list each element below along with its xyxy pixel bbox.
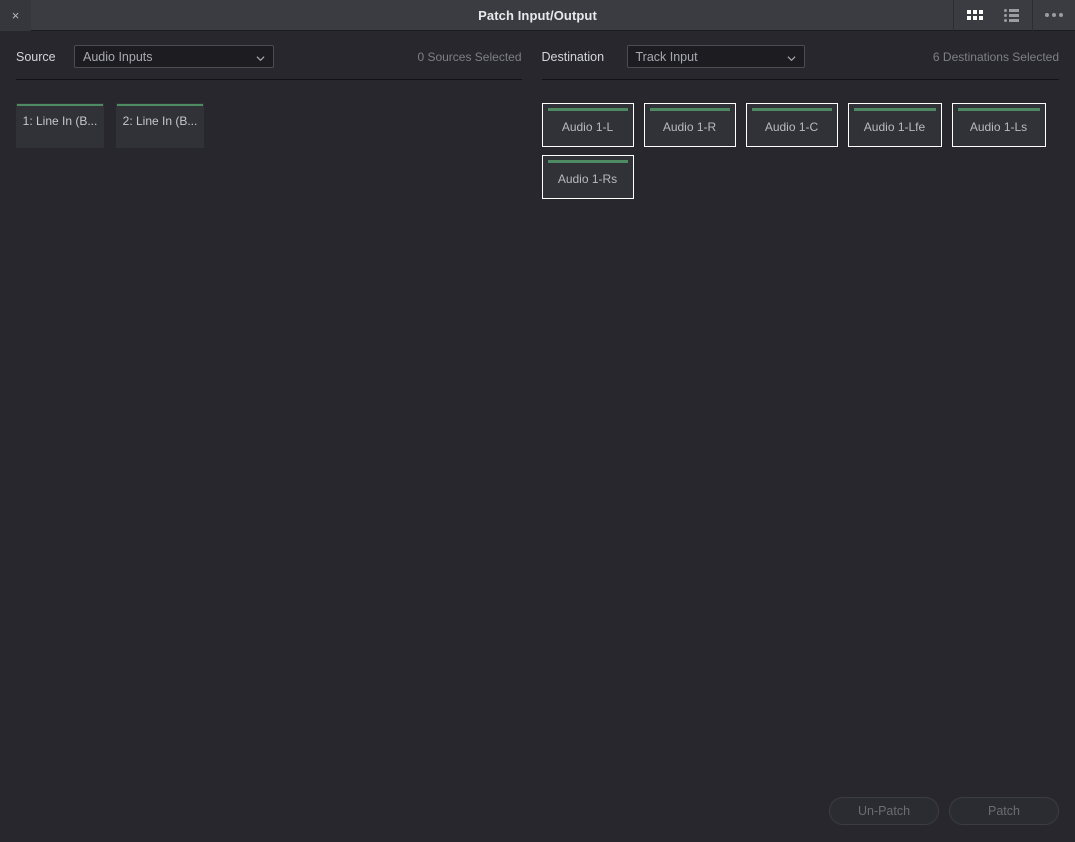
destination-selected-count: 6 Destinations Selected: [932, 49, 1059, 64]
destination-tile-accent-bar: [547, 108, 628, 111]
destination-tile-accent-bar: [957, 108, 1040, 111]
source-tile-label: 1: Line In (B...: [22, 114, 98, 128]
destination-panel: Destination Track Input 6 Destinations S…: [538, 31, 1075, 199]
destination-tile[interactable]: Audio 1-Rs: [541, 155, 634, 199]
titlebar-controls: [953, 0, 1075, 31]
destination-label: Destination: [541, 49, 605, 64]
list-view-button[interactable]: [999, 3, 1023, 27]
source-tile-accent-bar: [117, 104, 203, 106]
chevron-down-icon: [786, 54, 796, 63]
close-window-button[interactable]: ×: [0, 0, 31, 31]
more-options-icon: [1045, 13, 1063, 17]
source-tile[interactable]: 2: Line In (B...: [116, 103, 204, 148]
patch-button[interactable]: Patch: [949, 797, 1059, 825]
window-titlebar: × Patch Input/Output: [0, 0, 1075, 31]
source-tile-label: 2: Line In (B...: [122, 114, 198, 128]
destination-tile-accent-bar: [649, 108, 730, 111]
destination-tile-label: Audio 1-Rs: [557, 172, 618, 186]
source-panel: Source Audio Inputs 0 Sources Selected 1…: [0, 31, 538, 199]
destination-tile[interactable]: Audio 1-R: [643, 103, 736, 147]
destination-tile[interactable]: Audio 1-L: [541, 103, 634, 147]
list-view-icon: [1003, 8, 1019, 22]
source-tile-grid: 1: Line In (B... 2: Line In (B...: [16, 80, 522, 148]
destination-tile[interactable]: Audio 1-Lfe: [847, 103, 942, 147]
grid-view-icon: [967, 10, 983, 20]
source-label: Source: [16, 49, 56, 64]
window-title: Patch Input/Output: [478, 7, 597, 23]
close-icon: ×: [11, 7, 20, 23]
source-select[interactable]: Audio Inputs: [74, 45, 274, 68]
source-tile-accent-bar: [17, 104, 103, 106]
destination-tile-label: Audio 1-R: [662, 120, 717, 134]
destination-tile[interactable]: Audio 1-C: [745, 103, 838, 147]
un-patch-button[interactable]: Un-Patch: [829, 797, 939, 825]
destination-select[interactable]: Track Input: [626, 45, 805, 68]
destination-select-value: Track Input: [635, 49, 698, 64]
source-select-value: Audio Inputs: [83, 49, 153, 64]
destination-tile-grid: Audio 1-L Audio 1-R Audio 1-C Audio 1-Lf…: [541, 80, 1060, 199]
more-options-button[interactable]: [1042, 3, 1066, 27]
destination-tile-label: Audio 1-L: [561, 120, 614, 134]
chevron-down-icon: [256, 54, 265, 63]
overflow-menu-group: [1032, 0, 1075, 31]
source-selected-count: 0 Sources Selected: [417, 49, 522, 64]
patch-panels: Source Audio Inputs 0 Sources Selected 1…: [0, 31, 1075, 199]
destination-header: Destination Track Input 6 Destinations S…: [541, 31, 1059, 72]
patch-body: Source Audio Inputs 0 Sources Selected 1…: [0, 31, 1075, 842]
patch-actions: Un-Patch Patch: [829, 797, 1059, 825]
destination-tile-accent-bar: [853, 108, 936, 111]
destination-tile-accent-bar: [751, 108, 832, 111]
source-header: Source Audio Inputs 0 Sources Selected: [16, 31, 522, 72]
destination-tile-label: Audio 1-Ls: [969, 120, 1028, 134]
destination-tile-label: Audio 1-C: [764, 120, 819, 134]
source-tile[interactable]: 1: Line In (B...: [16, 103, 104, 148]
grid-view-button[interactable]: [963, 3, 987, 27]
destination-tile[interactable]: Audio 1-Ls: [951, 103, 1046, 147]
destination-tile-label: Audio 1-Lfe: [863, 120, 926, 134]
destination-tile-accent-bar: [547, 160, 628, 163]
view-mode-group: [953, 0, 1032, 31]
